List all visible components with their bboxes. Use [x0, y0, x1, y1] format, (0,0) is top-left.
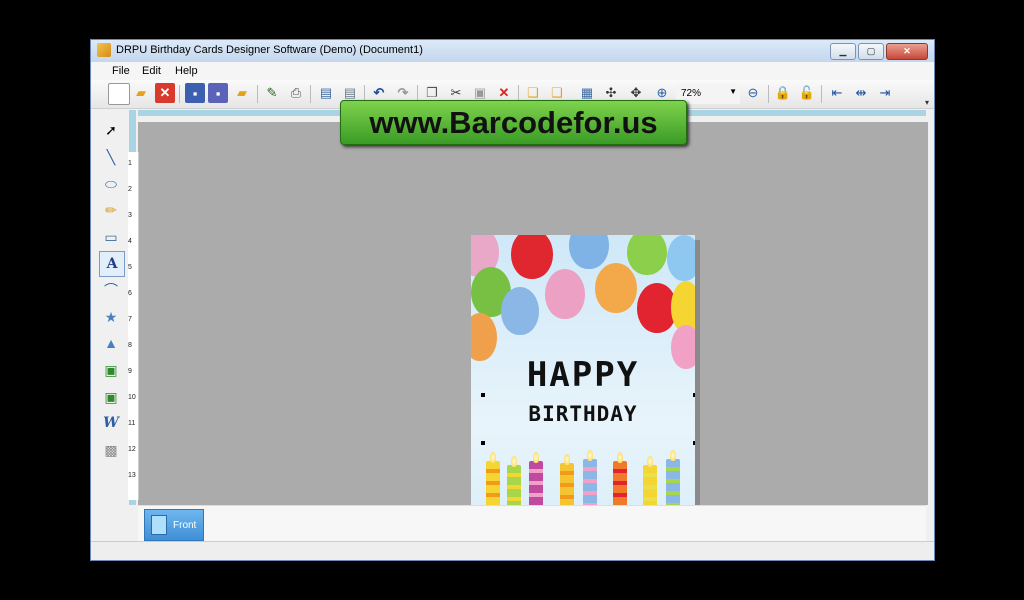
design-canvas[interactable]: HAPPY BIRTHDAY: [138, 122, 928, 553]
menu-file[interactable]: File: [112, 65, 130, 77]
open-icon[interactable]: ▰: [131, 83, 151, 103]
menu-help[interactable]: Help: [175, 65, 198, 77]
title-bar: DRPU Birthday Cards Designer Software (D…: [91, 40, 934, 63]
database-icon[interactable]: ▤: [316, 83, 336, 103]
export-icon[interactable]: ▰: [232, 83, 252, 103]
pattern-icon[interactable]: ▩: [99, 438, 123, 462]
curve-icon[interactable]: ⌒: [99, 278, 123, 302]
card-text-birthday[interactable]: BIRTHDAY: [481, 402, 685, 426]
vertical-ruler: 1 2 3 4 5 6 7 8 9 10 11 12 13: [128, 152, 139, 500]
watermark-banner: www.Barcodefor.us: [340, 100, 687, 145]
minimize-button[interactable]: ▁: [830, 43, 856, 60]
window-title: DRPU Birthday Cards Designer Software (D…: [116, 44, 423, 56]
page-tab-label: Front: [173, 519, 197, 531]
select-icon[interactable]: ➚: [99, 118, 123, 142]
properties-icon[interactable]: ✎: [262, 83, 282, 103]
star-icon[interactable]: ★: [99, 305, 123, 329]
page-tab-front[interactable]: Front: [144, 509, 204, 541]
ellipse-icon[interactable]: ⬭: [99, 172, 123, 196]
close-document-icon[interactable]: ✕: [155, 83, 175, 103]
watermark-text: www.Barcodefor.us: [369, 105, 658, 140]
page-icon: [151, 515, 167, 535]
image-library-icon[interactable]: ▣: [99, 385, 123, 409]
word-art-icon[interactable]: W: [99, 411, 123, 435]
toolbar-overflow-icon[interactable]: ▾: [917, 92, 937, 112]
zoom-value: 72%: [681, 88, 702, 99]
new-icon[interactable]: [108, 83, 130, 105]
maximize-button[interactable]: ▢: [858, 43, 884, 60]
print-icon[interactable]: ⎙: [286, 83, 306, 103]
save-icon[interactable]: ▪: [185, 83, 205, 103]
align-right-icon[interactable]: ⇥: [875, 83, 895, 103]
pencil-icon[interactable]: ✏: [99, 198, 123, 222]
chevron-down-icon: ▼: [729, 87, 737, 96]
text-icon[interactable]: A: [99, 251, 125, 277]
card-text-happy[interactable]: HAPPY: [481, 355, 685, 395]
image-icon[interactable]: ▣: [99, 358, 123, 382]
save-as-icon[interactable]: ▪: [208, 83, 228, 103]
rectangle-icon[interactable]: ▭: [99, 225, 123, 249]
page-tabs-panel: Front: [138, 505, 926, 542]
menu-bar: File Edit Help: [91, 62, 934, 80]
zoom-out-icon[interactable]: ⊖: [743, 83, 763, 103]
line-icon[interactable]: ╲: [99, 145, 123, 169]
unlock-icon[interactable]: 🔓: [797, 83, 817, 103]
close-button[interactable]: ✕: [886, 43, 928, 60]
lock-icon[interactable]: 🔒: [773, 83, 793, 103]
triangle-icon[interactable]: ▲: [99, 331, 123, 355]
align-left-icon[interactable]: ⇤: [827, 83, 847, 103]
align-center-icon[interactable]: ⇹: [851, 83, 871, 103]
status-bar: [91, 541, 934, 560]
app-icon: [97, 43, 111, 57]
menu-edit[interactable]: Edit: [142, 65, 161, 77]
